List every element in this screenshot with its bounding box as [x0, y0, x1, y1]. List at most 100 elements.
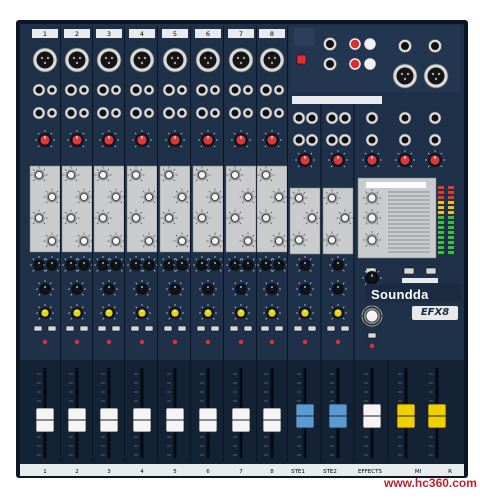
line-input-aux-1[interactable]: [49, 87, 55, 93]
insert-aux-8[interactable]: [276, 110, 282, 116]
stereo-in-aux-right-2[interactable]: [341, 136, 349, 144]
stereo-mute-button-1[interactable]: [307, 325, 317, 332]
rca-out-right[interactable]: [364, 58, 376, 70]
mic-input-5[interactable]: [166, 51, 184, 69]
mute-button-8[interactable]: [274, 325, 284, 332]
mic-input-3[interactable]: [100, 51, 118, 69]
two-track-in-right[interactable]: [326, 60, 334, 68]
insert-aux-6[interactable]: [212, 110, 218, 116]
two-track-in-left[interactable]: [326, 40, 334, 48]
mix-out-left-jack[interactable]: [401, 136, 409, 144]
insert-aux-2[interactable]: [81, 110, 87, 116]
insert-jack-8[interactable]: [262, 109, 270, 117]
stereo-pfl-button-1[interactable]: [293, 325, 303, 332]
line-input-aux-8[interactable]: [276, 87, 282, 93]
line-input-8[interactable]: [262, 86, 270, 94]
pfl-button-2[interactable]: [65, 325, 75, 332]
mic-input-4[interactable]: [133, 51, 151, 69]
two-track-label-box: [402, 278, 438, 283]
mic-input-7[interactable]: [232, 51, 250, 69]
mute-button-2[interactable]: [79, 325, 89, 332]
insert-aux-4[interactable]: [146, 110, 152, 116]
main-out-right-xlr[interactable]: [427, 67, 445, 85]
line-input-5[interactable]: [165, 86, 173, 94]
line-input-2[interactable]: [67, 86, 75, 94]
insert-jack-5[interactable]: [165, 109, 173, 117]
insert-jack-3[interactable]: [99, 109, 107, 117]
stereo-in-right-2[interactable]: [341, 114, 349, 122]
mute-button-4[interactable]: [144, 325, 154, 332]
stereo-in-aux-right-1[interactable]: [308, 136, 316, 144]
line-input-aux-5[interactable]: [179, 87, 185, 93]
mic-input-5-pin: [176, 56, 180, 60]
pfl-button-5[interactable]: [163, 325, 173, 332]
mic-input-1[interactable]: [36, 51, 54, 69]
pfl-button-1[interactable]: [33, 325, 43, 332]
line-input-3[interactable]: [99, 86, 107, 94]
stereo-in-left-1[interactable]: [295, 114, 303, 122]
headphone-jack[interactable]: [431, 42, 439, 50]
line-input-aux-7[interactable]: [245, 87, 251, 93]
pfl-button-4[interactable]: [130, 325, 140, 332]
line-input-aux-3[interactable]: [113, 87, 119, 93]
peak-led-5: [172, 339, 178, 345]
insert-aux-7[interactable]: [245, 110, 251, 116]
monitor-out-jack[interactable]: [401, 42, 409, 50]
line-input-aux-2[interactable]: [81, 87, 87, 93]
two-track-to-monitor-button[interactable]: [403, 267, 415, 275]
insert-jack-2[interactable]: [67, 109, 75, 117]
mic-input-6[interactable]: [199, 51, 217, 69]
insert-jack-6[interactable]: [198, 109, 206, 117]
pfl-button-3[interactable]: [97, 325, 107, 332]
mix-to-monitor-button[interactable]: [425, 267, 437, 275]
insert-aux-1[interactable]: [49, 110, 55, 116]
stereo-in-left-2[interactable]: [328, 114, 336, 122]
line-input-7[interactable]: [231, 86, 239, 94]
mute-button-6[interactable]: [210, 325, 220, 332]
stereo-return-left[interactable]: [368, 114, 376, 122]
pfl-button-6[interactable]: [196, 325, 206, 332]
mute-button-3[interactable]: [111, 325, 121, 332]
meter-led: [448, 231, 454, 234]
main-out-right-xlr-pin: [437, 72, 441, 76]
bottom-label-10: EFFECTS: [358, 469, 382, 475]
bottom-label-4: 5: [173, 469, 177, 475]
stereo-mute-button-2[interactable]: [340, 325, 350, 332]
line-input-4[interactable]: [132, 86, 140, 94]
rca-in-right[interactable]: [364, 38, 376, 50]
fx-mute-button[interactable]: [367, 332, 377, 339]
meter-led: [448, 201, 454, 204]
mute-button-1[interactable]: [47, 325, 57, 332]
insert-jack-4[interactable]: [132, 109, 140, 117]
mute-button-7[interactable]: [243, 325, 253, 332]
bottom-label-9: STE2: [323, 469, 337, 475]
mic-input-8[interactable]: [263, 51, 281, 69]
insert-aux-3[interactable]: [113, 110, 119, 116]
mic-input-2[interactable]: [68, 51, 86, 69]
fx-send-jack[interactable]: [431, 114, 439, 122]
effects-title-bar: [366, 182, 426, 188]
rca-out-left[interactable]: [349, 58, 361, 70]
stereo-in-aux-left-1[interactable]: [295, 136, 303, 144]
insert-aux-5[interactable]: [179, 110, 185, 116]
line-input-aux-4[interactable]: [146, 87, 152, 93]
mute-button-5[interactable]: [177, 325, 187, 332]
aux-send-jack[interactable]: [401, 114, 409, 122]
line-input-6[interactable]: [198, 86, 206, 94]
line-input-aux-6[interactable]: [212, 87, 218, 93]
pfl-button-8[interactable]: [260, 325, 270, 332]
mix-out-right-jack[interactable]: [431, 136, 439, 144]
phantom-power-switch[interactable]: [296, 54, 307, 65]
main-out-left-xlr[interactable]: [396, 67, 414, 85]
insert-jack-7[interactable]: [231, 109, 239, 117]
line-input-1[interactable]: [35, 86, 43, 94]
meter-led: [438, 191, 444, 194]
rca-in-left[interactable]: [349, 38, 361, 50]
mic-input-1-pin: [46, 56, 50, 60]
stereo-in-right-1[interactable]: [308, 114, 316, 122]
stereo-return-right[interactable]: [368, 136, 376, 144]
stereo-in-aux-left-2[interactable]: [328, 136, 336, 144]
pfl-button-7[interactable]: [229, 325, 239, 332]
stereo-pfl-button-2[interactable]: [326, 325, 336, 332]
insert-jack-1[interactable]: [35, 109, 43, 117]
